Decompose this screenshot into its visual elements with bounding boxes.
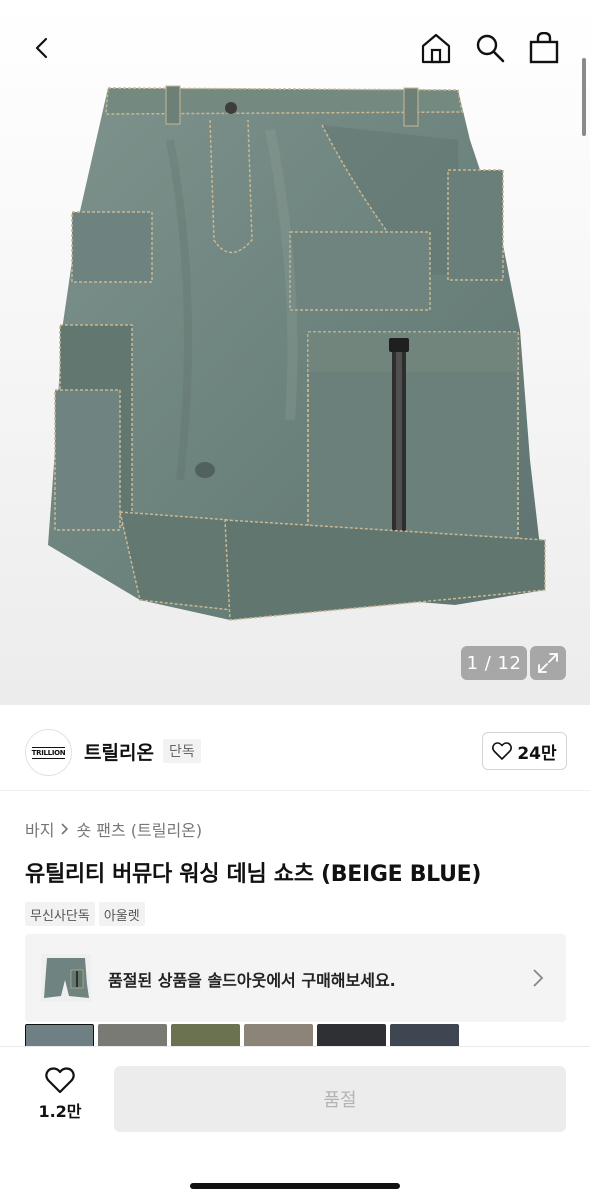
product-image-gallery[interactable]: 1 / 12 (0, 0, 590, 705)
brand-logo[interactable]: TRILLION (25, 729, 72, 776)
brand-logo-text: TRILLION (31, 746, 66, 759)
product-title: 유틸리티 버뮤다 워싱 데님 쇼츠 (BEIGE BLUE) (25, 862, 482, 887)
search-icon (476, 34, 505, 63)
scrollbar-thumb[interactable] (582, 58, 586, 136)
variant-thumbnail[interactable] (171, 1024, 240, 1046)
heart-icon (45, 1067, 75, 1094)
breadcrumb-category[interactable]: 바지 (25, 817, 54, 841)
brand-like-button[interactable]: 24만 (482, 732, 567, 770)
product-page: 1 / 12 TRILLION 트릴리온 단독 24만 바지 숏 팬츠 (트릴리… (0, 0, 590, 1200)
breadcrumb: 바지 숏 팬츠 (트릴리온) (25, 817, 202, 841)
color-variant-thumbnails (25, 1024, 585, 1046)
variant-thumbnail[interactable] (244, 1024, 313, 1046)
variant-thumbnail[interactable] (25, 1024, 94, 1046)
variant-thumbnail[interactable] (98, 1024, 167, 1046)
variant-thumbnail[interactable] (317, 1024, 386, 1046)
soldout-product-thumbnail (41, 954, 91, 1002)
cart-button[interactable] (522, 26, 566, 70)
product-photo (0, 0, 590, 705)
breadcrumb-subcategory[interactable]: 숏 팬츠 (트릴리온) (76, 817, 202, 841)
search-button[interactable] (468, 26, 512, 70)
soldout-banner[interactable]: 품절된 상품을 솔드아웃에서 구매해보세요. (25, 934, 566, 1022)
brand-like-count: 24만 (517, 743, 557, 764)
home-button[interactable] (414, 26, 458, 70)
brand-row: TRILLION 트릴리온 단독 24만 (0, 705, 590, 791)
chevron-right-icon (61, 823, 69, 835)
shopping-bag-icon (529, 32, 559, 64)
home-indicator (190, 1183, 400, 1189)
image-counter: 1 / 12 (461, 646, 527, 680)
tag-exclusive: 무신사단독 (25, 902, 95, 926)
back-button[interactable] (20, 26, 64, 70)
soldout-message: 품절된 상품을 솔드아웃에서 구매해보세요. (108, 971, 396, 990)
expand-icon (538, 653, 558, 673)
product-tags: 무신사단독 아울렛 (25, 902, 145, 926)
buy-button[interactable]: 품절 (114, 1066, 566, 1132)
chevron-left-icon (35, 37, 48, 59)
variant-thumbnail[interactable] (390, 1024, 459, 1046)
top-navigation-bar (0, 0, 590, 100)
expand-image-button[interactable] (530, 646, 566, 680)
brand-name[interactable]: 트릴리온 (84, 738, 154, 765)
wishlist-button[interactable]: 1.2만 (25, 1067, 95, 1137)
heart-icon (492, 742, 513, 760)
chevron-right-icon (533, 969, 544, 987)
bottom-action-bar: 1.2만 품절 (0, 1046, 590, 1200)
wishlist-count: 1.2만 (38, 1102, 82, 1121)
home-icon (421, 33, 451, 64)
brand-exclusive-tag: 단독 (163, 739, 201, 763)
tag-outlet: 아울렛 (98, 902, 145, 926)
